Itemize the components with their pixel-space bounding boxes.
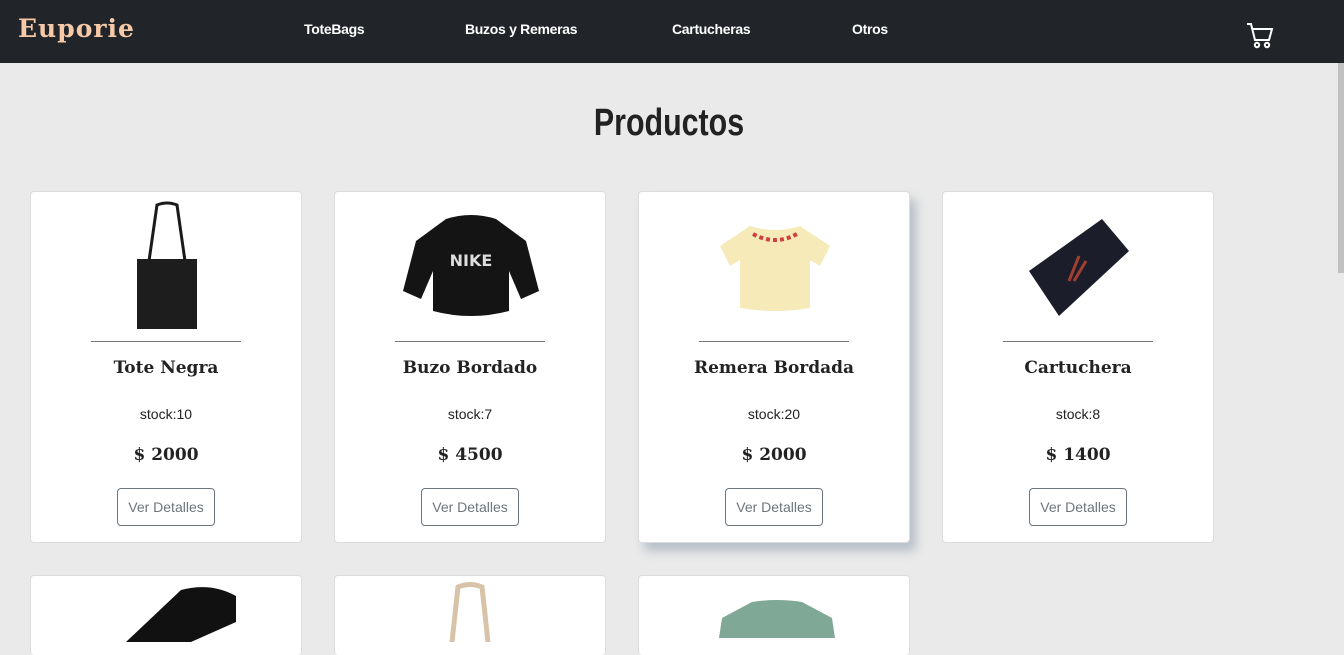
divider — [1003, 341, 1153, 342]
product-card — [30, 575, 302, 655]
product-image[interactable] — [700, 200, 850, 332]
product-name: Tote Negra — [113, 358, 219, 378]
product-stock: stock:10 — [139, 406, 193, 422]
ver-detalles-button[interactable]: Ver Detalles — [725, 488, 823, 526]
brand-logo[interactable]: Euporie — [18, 14, 135, 43]
product-card: Tote Negra stock:10 $ 2000 Ver Detalles — [30, 191, 302, 543]
product-image[interactable] — [440, 582, 500, 642]
product-image[interactable] — [121, 582, 241, 642]
page-title: Productos — [593, 102, 745, 144]
cart-icon[interactable] — [1245, 20, 1275, 50]
product-image[interactable] — [717, 598, 837, 638]
product-stock: stock:20 — [747, 406, 801, 422]
divider — [395, 341, 545, 342]
product-card — [334, 575, 606, 655]
product-name: Cartuchera — [1024, 358, 1132, 378]
svg-text:NIKE: NIKE — [450, 251, 493, 270]
product-stock: stock:8 — [1055, 406, 1101, 422]
product-card — [638, 575, 910, 655]
ver-detalles-button[interactable]: Ver Detalles — [1029, 488, 1127, 526]
product-price: $ 1400 — [1045, 445, 1111, 465]
product-card: NIKE Buzo Bordado stock:7 $ 4500 Ver Det… — [334, 191, 606, 543]
nav-totebags[interactable]: ToteBags — [304, 21, 365, 37]
nav-cartucheras[interactable]: Cartucheras — [672, 21, 751, 37]
product-image[interactable] — [1004, 200, 1154, 332]
product-image[interactable]: NIKE — [396, 200, 546, 332]
product-card: Cartuchera stock:8 $ 1400 Ver Detalles — [942, 191, 1214, 543]
ver-detalles-button[interactable]: Ver Detalles — [117, 488, 215, 526]
nav-otros[interactable]: Otros — [852, 21, 888, 37]
product-stock: stock:7 — [447, 406, 493, 422]
navbar: Euporie ToteBags Buzos y Remeras Cartuch… — [0, 0, 1344, 63]
divider — [91, 341, 241, 342]
nav-buzos-remeras[interactable]: Buzos y Remeras — [465, 21, 578, 37]
product-name: Remera Bordada — [693, 358, 855, 378]
divider — [699, 341, 849, 342]
scrollbar[interactable] — [1338, 63, 1344, 273]
product-image[interactable] — [92, 200, 242, 332]
product-name: Buzo Bordado — [402, 358, 538, 378]
ver-detalles-button[interactable]: Ver Detalles — [421, 488, 519, 526]
product-price: $ 4500 — [437, 445, 503, 465]
product-price: $ 2000 — [133, 445, 199, 465]
product-card: Remera Bordada stock:20 $ 2000 Ver Detal… — [638, 191, 910, 543]
product-price: $ 2000 — [741, 445, 807, 465]
